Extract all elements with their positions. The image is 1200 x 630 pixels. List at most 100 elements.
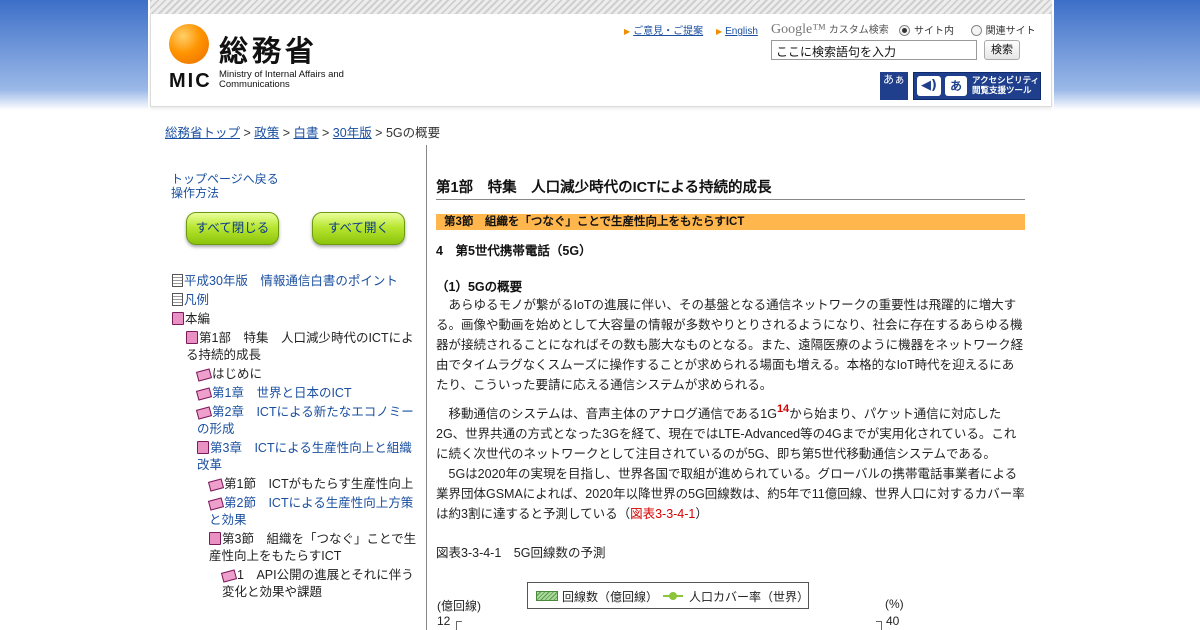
plot-frame-right [876,621,882,630]
site-header: 総務省 MIC Ministry of Internal Affairs and… [150,14,1052,107]
plot-frame-left [456,621,462,630]
subsection-title: 4 第5世代携帯電話（5G） [436,244,592,258]
paragraph-2: 移動通信のシステムは、音声主体のアナログ通信である1G14から始まり、パケット通… [436,399,1025,464]
legend-series-1: 回線数（億回線） [562,590,659,604]
section-title: 第3節 組織を「つなぐ」ことで生産性向上をもたらすICT [436,214,1025,230]
toc-item[interactable]: 第3章 ICTによる生産性向上と組織改革 [172,440,417,474]
toc-label[interactable]: 凡例 [184,293,209,307]
search-button[interactable]: 検索 [984,40,1020,60]
book-open-icon [195,368,213,382]
toc-label[interactable]: 第1章 世界と日本のICT [212,386,352,400]
column-divider [426,145,427,630]
chart-legend: 回線数（億回線） 人口カバー率（世界） [527,582,809,609]
book-open-icon [195,406,213,420]
search-input[interactable]: ここに検索語句を入力 [771,40,977,60]
toc-label[interactable]: 第1部 特集 人口減少時代のICTによる持続的成長 [186,331,414,362]
breadcrumb-sep: > [371,126,386,140]
open-all-button[interactable]: すべて開く [312,212,405,245]
main-content: 第1部 特集 人口減少時代のICTによる持続的成長 第3節 組織を「つなぐ」こと… [436,176,1025,561]
topic-title: （1）5Gの概要 [436,280,523,294]
breadcrumb-current: 5Gの概要 [385,126,441,140]
font-size-icon[interactable]: あぁ [880,72,908,100]
y-axis-label: (億回線) [437,599,481,613]
breadcrumb-top[interactable]: 総務省トップ [165,126,240,140]
toc-label[interactable]: 第3章 ICTによる生産性向上と組織改革 [197,441,412,472]
book-icon [197,441,209,454]
y2-axis-label: (%) [885,597,904,611]
breadcrumb-sep: > [240,126,255,140]
radio-site[interactable] [899,25,910,36]
speaker-icon: ◀) [917,76,941,96]
toc-item[interactable]: 第2節 ICTによる生産性向上方策と効果 [172,495,417,529]
document-icon [172,293,183,306]
toc-item[interactable]: 1 API公開の進展とそれに伴う変化と効果や課題 [172,567,417,601]
accessibility-label-1: アクセシビリティ [972,76,1040,86]
toc-label[interactable]: 平成30年版 情報通信白書のポイント [184,274,398,288]
book-icon [209,532,221,545]
figure-ref-link[interactable]: 図表3-3-4-1 [630,507,695,521]
toc-item[interactable]: 第1章 世界と日本のICT [172,385,417,402]
toc-label[interactable]: はじめに [212,367,262,381]
toc-item[interactable]: 第3節 組織を「つなぐ」ことで生産性向上をもたらすICT [172,531,417,565]
toc-label[interactable]: 第1節 ICTがもたらす生産性向上 [224,477,413,491]
breadcrumb-policy[interactable]: 政策 [254,126,279,140]
breadcrumb-sep: > [279,126,294,140]
radio-related-label: 関連サイト [985,26,1036,37]
search-scope: サイト内 関連サイト [899,22,1036,37]
logo-mic[interactable]: MIC [169,70,212,93]
footnote-link[interactable]: 14 [777,403,789,415]
y2-tick: 40 [886,614,900,628]
google-label: Google™ カスタム検索 [771,21,889,38]
paragraph-3-text: ） [695,507,708,521]
toc-label[interactable]: 第2節 ICTによる生産性向上方策と効果 [209,496,413,527]
book-open-icon [220,569,238,583]
toc-label[interactable]: 第3節 組織を「つなぐ」ことで生産性向上をもたらすICT [209,532,416,563]
paragraph-3: 5Gは2020年の実現を目指し、世界各国で取組が進められている。グローバルの携帯… [436,464,1025,524]
header-stripe [150,0,1052,14]
accessibility-label: アクセシビリティ 閲覧支援ツール [972,76,1039,96]
header-links: ▶ ご意見・ご提案 ▶ English [624,22,768,37]
breadcrumb-whitepaper[interactable]: 白書 [294,126,319,140]
radio-related[interactable] [970,25,982,36]
paragraph-3-text: 5Gは2020年の実現を目指し、世界各国で取組が進められている。グローバルの携帯… [436,467,1025,521]
toc-item[interactable]: はじめに [172,366,417,383]
english-link[interactable]: English [725,26,758,37]
back-to-top-link[interactable]: トップページへ戻る [171,172,279,186]
toc-tree: 平成30年版 情報通信白書のポイント 凡例 本編 第1部 特集 人口減少時代のI… [172,273,417,603]
legend-series-2: 人口カバー率（世界） [689,590,810,604]
toc-item[interactable]: 本編 [172,311,417,328]
toc-label[interactable]: 第2章 ICTによる新たなエコノミーの形成 [197,405,414,436]
feedback-link[interactable]: ご意見・ご提案 [633,26,703,37]
toc-label[interactable]: 1 API公開の進展とそれに伴う変化と効果や課題 [222,568,414,599]
breadcrumb-sep: > [318,126,333,140]
toc-item[interactable]: 第1節 ICTがもたらす生産性向上 [172,476,417,493]
document-icon [172,274,183,287]
part-title: 第1部 特集 人口減少時代のICTによる持続的成長 [436,176,1025,200]
arrow-right-icon: ▶ [624,27,631,36]
custom-search-label: カスタム検索 [828,25,889,36]
paragraph-1: あらゆるモノが繋がるIoTの進展に伴い、その基盤となる通信ネットワークの重要性は… [436,298,1024,392]
book-icon [186,331,198,344]
close-all-button[interactable]: すべて閉じる [186,212,279,245]
book-open-icon [207,497,225,511]
accessibility-button[interactable]: ◀) あ アクセシビリティ 閲覧支援ツール [913,72,1041,100]
toc-item[interactable]: 第2章 ICTによる新たなエコノミーの形成 [172,404,417,438]
toc-item[interactable]: 第1部 特集 人口減少時代のICTによる持続的成長 [172,330,417,364]
accessibility-a-icon: あ [945,76,967,96]
radio-site-label: サイト内 [914,26,954,37]
logo-english[interactable]: Ministry of Internal Affairs and Communi… [219,70,359,90]
logo-title[interactable]: 総務省 [219,28,318,70]
toc-item[interactable]: 平成30年版 情報通信白書のポイント [172,273,417,290]
accessibility-label-2: 閲覧支援ツール [972,86,1032,96]
breadcrumb: 総務省トップ > 政策 > 白書 > 30年版 > 5Gの概要 [165,122,440,141]
sidebar-links: トップページへ戻る 操作方法 [171,172,279,200]
toc-item[interactable]: 凡例 [172,292,417,309]
breadcrumb-year[interactable]: 30年版 [333,126,372,140]
logo-mark-icon[interactable] [169,24,209,64]
paragraph-2-text: 移動通信のシステムは、音声主体のアナログ通信である1G [436,407,777,421]
howto-link[interactable]: 操作方法 [171,186,279,200]
toc-label[interactable]: 本編 [185,312,210,326]
book-icon [172,312,184,325]
y-tick: 12 [437,614,451,628]
google-logo: Google™ [771,22,826,37]
